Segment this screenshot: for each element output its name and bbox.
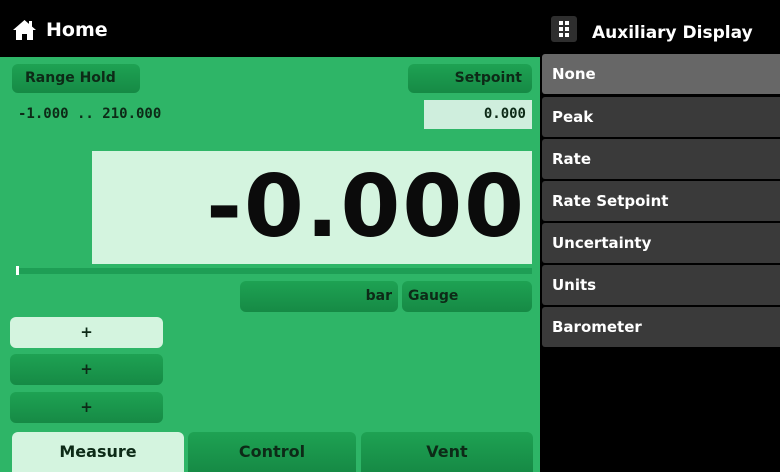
range-text: -1.000 .. 210.000 [18,106,162,122]
tab-vent[interactable]: Vent [361,432,533,472]
aux-item-peak[interactable]: Peak [542,97,780,137]
setpoint-field[interactable]: 0.000 [424,100,532,129]
gauge-mode-button[interactable]: Gauge [402,281,532,312]
tab-measure[interactable]: Measure [12,432,184,472]
aux-item-uncertainty[interactable]: Uncertainty [542,223,780,263]
aux-item-units[interactable]: Units [542,265,780,305]
aux-item-rate[interactable]: Rate [542,139,780,179]
range-bar [16,268,532,274]
aux-title: Auxiliary Display [592,23,753,43]
aux-item-none[interactable]: None [542,54,780,94]
range-hold-button[interactable]: Range Hold [12,64,140,93]
page-title: Home [46,19,108,41]
grid-icon[interactable] [551,16,577,42]
pressure-reading: -0.000 [206,157,526,257]
plus-button-3[interactable]: + [10,392,163,423]
setpoint-button[interactable]: Setpoint [408,64,532,93]
range-bar-marker [16,266,19,275]
units-button[interactable]: bar [240,281,398,312]
aux-item-barometer[interactable]: Barometer [542,307,780,347]
tab-control[interactable]: Control [188,432,356,472]
home-icon[interactable] [12,19,37,41]
plus-button-2[interactable]: + [10,354,163,385]
plus-button-1[interactable]: + [10,317,163,348]
aux-item-rate-setpoint[interactable]: Rate Setpoint [542,181,780,221]
